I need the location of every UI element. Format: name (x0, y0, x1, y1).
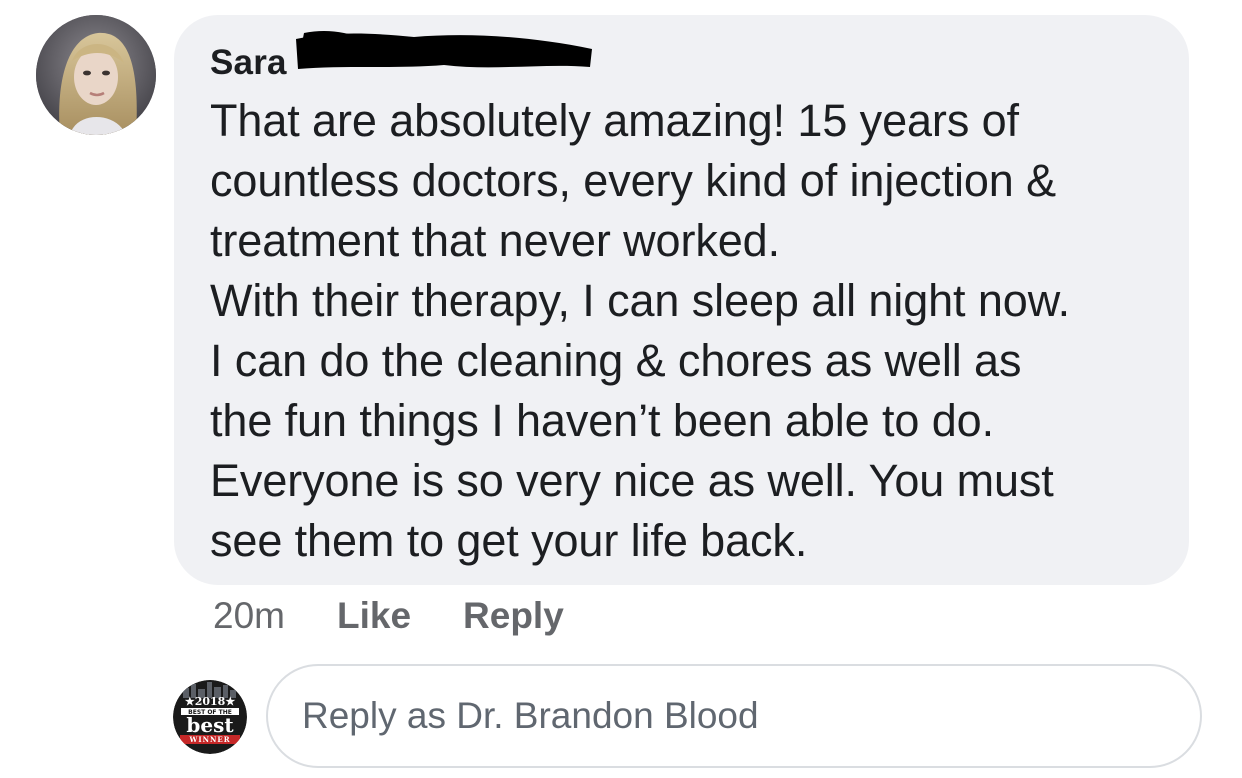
comment-line: countless doctors, every kind of injecti… (210, 155, 1057, 206)
like-button[interactable]: Like (337, 595, 411, 637)
badge-year: 2018 (195, 695, 226, 708)
comment-line: I can do the cleaning & chores as well a… (210, 335, 1022, 386)
page-avatar-best-of-badge[interactable]: ★2018★ BEST OF THE best WINNER (173, 680, 247, 754)
reply-input[interactable] (266, 664, 1202, 768)
comment-line: see them to get your life back. (210, 515, 808, 566)
comment-line: the fun things I haven’t been able to do… (210, 395, 994, 446)
name-redaction-mark (296, 31, 592, 69)
comment-line: treatment that never worked. (210, 215, 780, 266)
comment-bubble: Sara That are absolutely amazing! 15 yea… (174, 15, 1189, 585)
svg-text:★2018★: ★2018★ (185, 695, 236, 708)
badge-main: best (186, 713, 234, 737)
reply-button[interactable]: Reply (463, 595, 564, 637)
author-first-name[interactable]: Sara (210, 43, 287, 82)
comment-timestamp[interactable]: 20m (213, 595, 285, 637)
comment-author-name[interactable]: Sara (210, 42, 287, 84)
comment-line: That are absolutely amazing! 15 years of (210, 95, 1019, 146)
comment-actions: 20m Like Reply (213, 591, 564, 641)
badge-banner: WINNER (188, 735, 230, 744)
comment-line: Everyone is so very nice as well. You mu… (210, 455, 1054, 506)
commenter-avatar[interactable] (36, 15, 156, 135)
comment-text: That are absolutely amazing! 15 years of… (210, 91, 1170, 571)
comment-line: With their therapy, I can sleep all nigh… (210, 275, 1071, 326)
